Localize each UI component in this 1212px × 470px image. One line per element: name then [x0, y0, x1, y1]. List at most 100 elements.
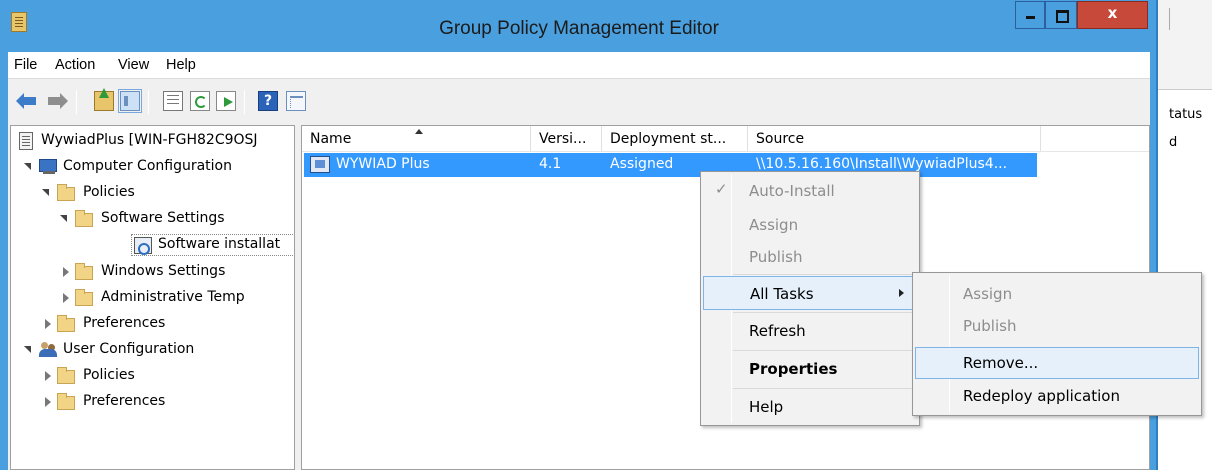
menu-view[interactable]: View — [118, 57, 149, 73]
tree-software-installation[interactable]: Software installat — [131, 234, 294, 256]
properties-icon[interactable] — [163, 91, 183, 111]
menu-bar: File Action View Help — [8, 52, 1150, 79]
column-header-label: Source — [756, 131, 805, 147]
tree-label: Windows Settings — [101, 263, 226, 279]
tree-label: WywiadPlus [WIN-FGH82C9OSJ — [41, 132, 258, 148]
menu-item-label: Refresh — [749, 322, 806, 340]
expand-icon[interactable] — [43, 397, 53, 407]
menu-item-label: Assign — [963, 285, 1013, 303]
collapse-icon[interactable] — [23, 162, 33, 172]
header-divider — [302, 151, 1149, 152]
title-bar[interactable]: Group Policy Management Editor x — [0, 0, 1156, 52]
check-icon: ✓ — [715, 180, 728, 198]
package-icon — [310, 156, 330, 173]
toolbar-separator — [148, 90, 149, 114]
tree-label: User Configuration — [63, 341, 195, 357]
menu-separator — [733, 350, 917, 351]
software-installation-icon — [134, 237, 152, 255]
cell-deployment: Assigned — [610, 156, 674, 172]
menu-item-label: All Tasks — [750, 285, 814, 303]
menu-item-assign[interactable]: Assign — [703, 208, 917, 242]
menu-item-label: Properties — [749, 360, 838, 378]
menu-item-auto-install[interactable]: ✓ Auto-Install — [703, 174, 917, 208]
cell-source: \\10.5.16.160\Install\WywiadPlus4... — [756, 156, 1008, 172]
tree-label: Administrative Temp — [101, 289, 245, 305]
menu-file[interactable]: File — [14, 57, 37, 73]
expand-icon[interactable] — [43, 371, 53, 381]
menu-help[interactable]: Help — [166, 57, 196, 73]
background-cell: d — [1169, 135, 1178, 150]
context-menu: ✓ Auto-Install Assign Publish All Tasks … — [700, 171, 920, 426]
users-icon — [39, 341, 59, 359]
console-tree[interactable]: WywiadPlus [WIN-FGH82C9OSJ Computer Conf… — [10, 125, 295, 470]
sort-ascending-icon — [415, 129, 423, 134]
submenu-item-publish[interactable]: Publish — [915, 309, 1199, 343]
refresh-icon[interactable] — [190, 91, 210, 111]
collapse-icon[interactable] — [41, 188, 51, 198]
expand-icon[interactable] — [61, 293, 71, 303]
tree-label: Software Settings — [101, 210, 225, 226]
folder-icon — [75, 210, 93, 227]
background-window-toolbar — [1155, 0, 1212, 90]
menu-item-label: Redeploy application — [963, 387, 1120, 405]
column-header-deployment-state[interactable]: Deployment st... — [602, 126, 748, 151]
expand-icon[interactable] — [61, 267, 71, 277]
export-list-icon[interactable] — [216, 91, 236, 111]
maximize-button[interactable] — [1045, 1, 1077, 29]
menu-item-help[interactable]: Help — [703, 390, 917, 424]
menu-item-properties[interactable]: Properties — [703, 352, 917, 386]
menu-separator — [733, 312, 917, 313]
all-tasks-submenu: Assign Publish Remove... Redeploy applic… — [912, 272, 1202, 416]
collapse-icon[interactable] — [59, 214, 69, 224]
menu-item-publish[interactable]: Publish — [703, 240, 917, 274]
show-hide-tree-icon[interactable] — [118, 89, 142, 113]
close-icon: x — [1107, 4, 1118, 22]
menu-item-label: Publish — [749, 248, 803, 266]
background-column-header: tatus — [1169, 107, 1203, 122]
submenu-item-remove[interactable]: Remove... — [915, 347, 1199, 379]
folder-icon — [57, 393, 75, 410]
folder-icon — [57, 315, 75, 332]
folder-icon — [57, 184, 75, 201]
close-button[interactable]: x — [1077, 1, 1148, 29]
background-separator — [1169, 8, 1170, 30]
show-action-pane-icon[interactable] — [286, 91, 306, 111]
menu-item-label: Help — [749, 398, 784, 416]
column-header-label: Deployment st... — [610, 131, 727, 147]
menu-separator — [733, 274, 917, 275]
window-title: Group Policy Management Editor — [439, 18, 719, 39]
computer-icon — [39, 159, 59, 175]
toolbar: ? — [8, 80, 1150, 122]
folder-icon — [75, 263, 93, 280]
column-header-label: Name — [310, 131, 352, 147]
toolbar-separator — [244, 90, 245, 114]
menu-item-refresh[interactable]: Refresh — [703, 314, 917, 348]
submenu-item-redeploy-application[interactable]: Redeploy application — [915, 379, 1199, 413]
column-header-name[interactable]: Name — [302, 126, 531, 151]
toolbar-separator — [76, 90, 77, 114]
tree-label: Preferences — [83, 315, 166, 331]
forward-arrow-icon[interactable] — [48, 91, 68, 111]
menu-item-all-tasks[interactable]: All Tasks — [703, 276, 917, 310]
policy-icon — [19, 132, 33, 150]
column-header-source[interactable]: Source — [748, 126, 1041, 151]
tree-label: Policies — [83, 367, 135, 383]
menu-item-label: Auto-Install — [749, 182, 835, 200]
column-header-version[interactable]: Versi... — [531, 126, 602, 151]
table-row[interactable]: WYWIAD Plus 4.1 Assigned \\10.5.16.160\I… — [304, 153, 1037, 177]
back-arrow-icon[interactable] — [16, 91, 36, 111]
menu-item-label: Publish — [963, 317, 1017, 335]
tree-label: Software installat — [158, 236, 281, 252]
tree-label: Computer Configuration — [63, 158, 232, 174]
submenu-arrow-icon — [899, 289, 904, 297]
menu-item-label: Assign — [749, 216, 799, 234]
up-level-icon[interactable] — [94, 88, 114, 111]
expand-icon[interactable] — [43, 319, 53, 329]
tree-label: Policies — [83, 184, 135, 200]
menu-action[interactable]: Action — [55, 57, 95, 73]
help-icon[interactable]: ? — [258, 91, 278, 111]
folder-icon — [75, 289, 93, 306]
minimize-button[interactable] — [1015, 1, 1045, 29]
collapse-icon[interactable] — [23, 345, 33, 355]
submenu-item-assign[interactable]: Assign — [915, 277, 1199, 311]
